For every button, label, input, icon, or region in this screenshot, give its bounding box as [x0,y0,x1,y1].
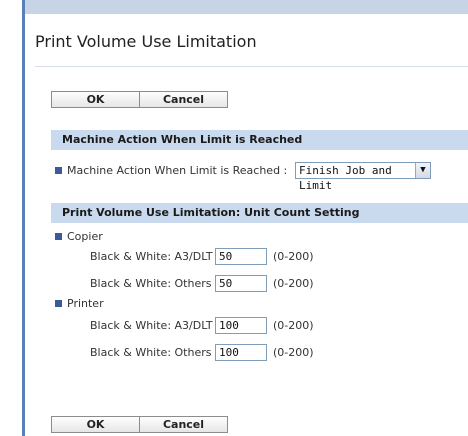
printer-a3-range: (0-200) [273,319,314,332]
machine-action-label: Machine Action When Limit is Reached : [67,164,288,177]
printer-others-range: (0-200) [273,346,314,359]
copier-a3-label: Black & White: A3/DLT : [90,250,220,263]
section-header-machine-action: Machine Action When Limit is Reached [51,130,468,150]
printer-heading: Printer [67,297,104,310]
ok-button-top[interactable]: OK [51,91,140,108]
section-header-unit-count: Print Volume Use Limitation: Unit Count … [51,203,468,223]
copier-others-label: Black & White: Others : [90,277,219,290]
printer-a3-label: Black & White: A3/DLT : [90,319,220,332]
cancel-button-top[interactable]: Cancel [139,91,228,108]
content-panel [25,16,468,436]
bullet-icon [55,167,62,174]
printer-others-input[interactable] [215,344,267,361]
chevron-down-icon[interactable]: ▼ [415,163,430,178]
title-divider [35,66,468,67]
cancel-button-bottom[interactable]: Cancel [139,416,228,433]
copier-others-range: (0-200) [273,277,314,290]
machine-action-select[interactable]: Finish Job and Limit ▼ [295,162,431,192]
copier-a3-input[interactable] [215,248,267,265]
bullet-icon [55,233,62,240]
copier-others-input[interactable] [215,275,267,292]
page-title: Print Volume Use Limitation [35,32,257,51]
ok-button-bottom[interactable]: OK [51,416,140,433]
copier-a3-range: (0-200) [273,250,314,263]
printer-others-label: Black & White: Others : [90,346,219,359]
copier-heading: Copier [67,230,103,243]
printer-a3-input[interactable] [215,317,267,334]
bullet-icon [55,300,62,307]
